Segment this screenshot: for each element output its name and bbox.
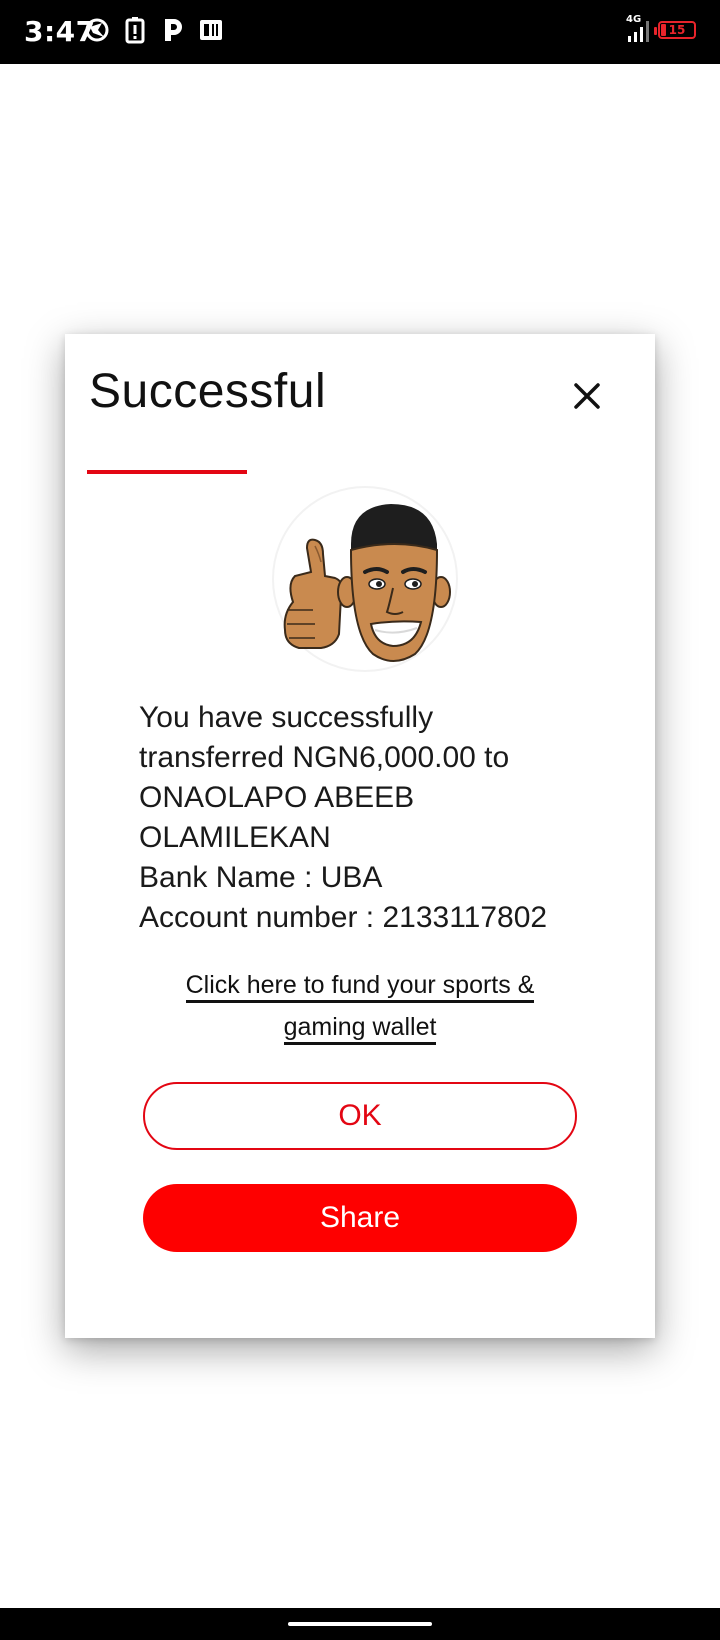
bank-name-line: Bank Name : UBA [139, 861, 383, 894]
account-number-line: Account number : 2133117802 [139, 901, 548, 934]
news-app-icon [198, 16, 224, 44]
status-bar: 3:47 4G 15 [0, 0, 720, 64]
thumbs-up-icon [283, 538, 344, 649]
recipient-name-line: OLAMILEKAN [139, 821, 331, 854]
fund-link-line[interactable]: Click here to fund your sports & [185, 971, 535, 1003]
close-button[interactable] [565, 374, 609, 418]
home-indicator[interactable] [288, 1622, 432, 1626]
notification-icons [84, 16, 224, 44]
navigation-bar [0, 1608, 720, 1640]
signal-icon: 4G [626, 14, 652, 44]
screen: 3:47 4G 15 Successful You have successfu… [0, 0, 720, 1640]
battery-icon: 15 [654, 21, 696, 39]
transfer-message: You have successfully transferred NGN6,0… [139, 698, 609, 938]
p-app-icon [160, 16, 186, 44]
battery-level: 15 [668, 23, 686, 37]
system-icons: 4G 15 [626, 14, 696, 44]
message-line: transferred NGN6,000.00 to [139, 741, 510, 774]
bird-app-icon [84, 16, 110, 44]
face [337, 504, 451, 662]
success-dialog: Successful You have successfully transfe… [65, 334, 655, 1338]
title-underline [87, 470, 247, 474]
battery-saver-icon [122, 16, 148, 44]
dialog-title: Successful [89, 365, 327, 418]
message-line: You have successfully [139, 701, 434, 734]
ok-button[interactable]: OK [143, 1082, 577, 1150]
thumbs-up-mascot-image [272, 486, 458, 672]
fund-link-line[interactable]: gaming wallet [283, 1013, 437, 1045]
share-button[interactable]: Share [143, 1184, 577, 1252]
fund-wallet-link[interactable]: Click here to fund your sports & gaming … [125, 964, 595, 1048]
close-icon [574, 383, 600, 409]
recipient-name-line: ONAOLAPO ABEEB [139, 781, 415, 814]
